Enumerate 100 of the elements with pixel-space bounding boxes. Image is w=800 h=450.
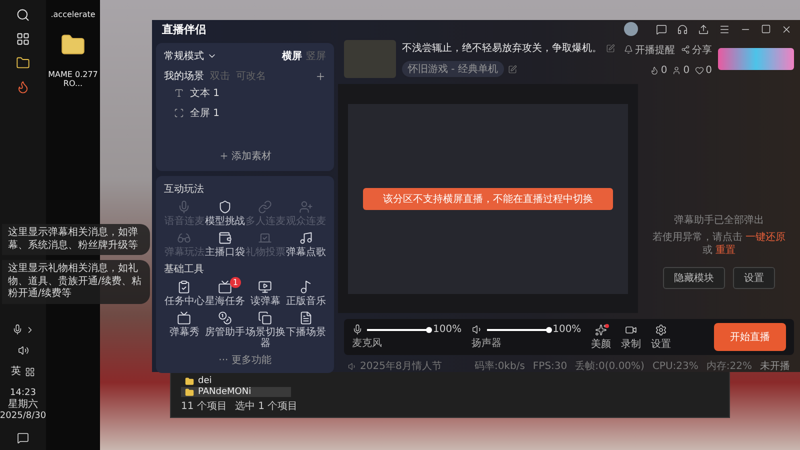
frame-icon: [174, 108, 184, 118]
stat-text: 内存:22%: [706, 360, 752, 373]
status-text: 选中 1 个项目: [234, 400, 298, 413]
maximize-icon[interactable]: [761, 24, 771, 34]
mode-dropdown[interactable]: 常规模式: [164, 49, 204, 63]
volume-reading: 100%: [552, 324, 582, 335]
control-button[interactable]: 录制: [621, 324, 642, 350]
device-label: 麦克风: [352, 336, 383, 350]
event-text: 2025年8月情人节: [360, 360, 442, 373]
orientation-tab[interactable]: 横屏: [282, 49, 302, 63]
settings-button[interactable]: 设置: [733, 267, 775, 289]
folder-icon: [185, 388, 194, 396]
sparkle-icon: [595, 324, 608, 336]
live-status: 未开播: [760, 360, 790, 373]
add-material-button[interactable]: 添加素材: [214, 147, 276, 165]
start-live-button[interactable]: 开始直播: [714, 323, 786, 351]
speaker-icon[interactable]: [472, 324, 483, 335]
microphone-icon[interactable]: [352, 324, 363, 335]
user-icon: [672, 66, 682, 74]
share-button[interactable]: 分享: [681, 42, 712, 56]
more-features-button[interactable]: ··· 更多功能: [218, 353, 272, 367]
app-logo: 直播伴侣: [161, 22, 207, 38]
tool-tile[interactable]: 场景切换器: [245, 311, 286, 349]
add-icon[interactable]: [315, 70, 326, 82]
feature-tile[interactable]: 模型挑战: [204, 200, 245, 227]
close-icon[interactable]: [781, 24, 792, 34]
desktop-icon-label[interactable]: .accelerate: [47, 10, 99, 20]
feature-icon: [177, 200, 192, 214]
edit-icon[interactable]: [508, 64, 517, 74]
tool-icon: [298, 311, 313, 325]
stream-title: 不浅尝辄止，绝不轻易放弃攻关，争取爆机。: [402, 42, 602, 55]
tool-tile[interactable]: 弹幕秀: [164, 311, 204, 349]
hint-text: 双击: [210, 70, 230, 83]
microphone-icon[interactable]: [12, 324, 22, 336]
file-row[interactable]: PANdeMONi: [181, 387, 291, 397]
notice-text: 弹幕助手已全部弹出: [674, 214, 764, 227]
plus-icon: [218, 151, 228, 161]
feature-icon: [218, 200, 232, 214]
tool-icon: [177, 311, 192, 325]
overlay-message: 这里显示礼物相关消息，如礼物、道具、贵族开通/续费、粘粉开通/续费等: [2, 260, 150, 304]
file-row[interactable]: dei: [181, 376, 291, 386]
menu-icon[interactable]: [719, 24, 730, 34]
heart-icon: [694, 66, 704, 74]
feature-tile[interactable]: 弹幕点歌: [286, 231, 326, 258]
tool-icon: [218, 311, 232, 325]
feature-tile[interactable]: 主播口袋: [204, 231, 245, 258]
notification-icon[interactable]: [17, 432, 29, 444]
reset-link[interactable]: 重置: [716, 245, 736, 256]
task-view-icon[interactable]: [16, 32, 30, 46]
section-title: 互动玩法: [164, 182, 205, 196]
input-method[interactable]: 英: [11, 366, 21, 378]
feature-icon: [298, 231, 313, 245]
folder-icon[interactable]: [16, 56, 30, 70]
stat-text: 丢帧:0(0.00%): [575, 360, 644, 373]
hint-text: 可改名: [236, 70, 266, 83]
tool-tile[interactable]: 任务中心: [164, 280, 204, 307]
scene-item[interactable]: 文本 1: [164, 83, 326, 103]
tool-tile[interactable]: 读弹幕: [245, 280, 286, 307]
cover-thumbnail[interactable]: [344, 40, 396, 78]
tool-icon: [258, 280, 272, 294]
speaker-icon: [348, 362, 357, 370]
headset-icon[interactable]: [677, 24, 688, 34]
tool-icon: [258, 311, 272, 325]
device-label: 扬声器: [472, 336, 503, 350]
stat-text: CPU:23%: [652, 360, 698, 372]
tool-tile[interactable]: 星海任务 1: [204, 280, 245, 307]
scene-item[interactable]: 全屏 1: [164, 103, 326, 123]
category-tag[interactable]: 怀旧游戏 - 经典单机: [402, 61, 504, 77]
restore-link[interactable]: 一键还原: [746, 232, 786, 243]
tool-icon: [218, 280, 232, 294]
section-title: 我的场景: [164, 70, 204, 83]
speaker-icon[interactable]: [18, 345, 28, 356]
reminder-button[interactable]: 开播提醒: [624, 42, 675, 56]
control-button[interactable]: 设置: [651, 324, 672, 350]
camera-icon: [625, 324, 638, 336]
share-icon: [681, 45, 690, 54]
clock[interactable]: 14:23 星期六 2025/8/30: [0, 388, 46, 422]
grid-icon[interactable]: [25, 367, 35, 378]
edit-icon[interactable]: [606, 44, 615, 52]
tool-tile[interactable]: 正版音乐: [286, 280, 326, 307]
stat-text: 码率:0kb/s: [474, 360, 525, 373]
desktop-icon-label[interactable]: MAME 0.277 RO...: [47, 70, 99, 89]
overlay-message: 这里显示弹幕相关消息，如弹幕、系统消息、粉丝牌升级等: [2, 224, 150, 255]
hint-text: 若使用异常，请点击 一键还原 或 重置: [651, 231, 787, 257]
avatar[interactable]: [624, 22, 638, 36]
tool-tile[interactable]: 房管助手: [204, 311, 245, 349]
settings-icon: [655, 324, 668, 336]
stat-text: FPS:30: [532, 360, 568, 372]
control-button[interactable]: 美颜: [591, 324, 612, 350]
flame-icon: [650, 66, 659, 74]
feature-icon: [218, 231, 232, 245]
upload-icon[interactable]: [698, 24, 709, 34]
search-icon[interactable]: [16, 8, 30, 22]
app-icon[interactable]: [16, 80, 30, 94]
message-icon[interactable]: [656, 24, 667, 34]
tool-tile[interactable]: 下播场景: [286, 311, 326, 349]
hide-module-button[interactable]: 隐藏模块: [663, 267, 725, 289]
notification-badge: 1: [230, 277, 241, 288]
stat-counter: 0: [672, 64, 690, 76]
bell-icon: [624, 45, 633, 54]
